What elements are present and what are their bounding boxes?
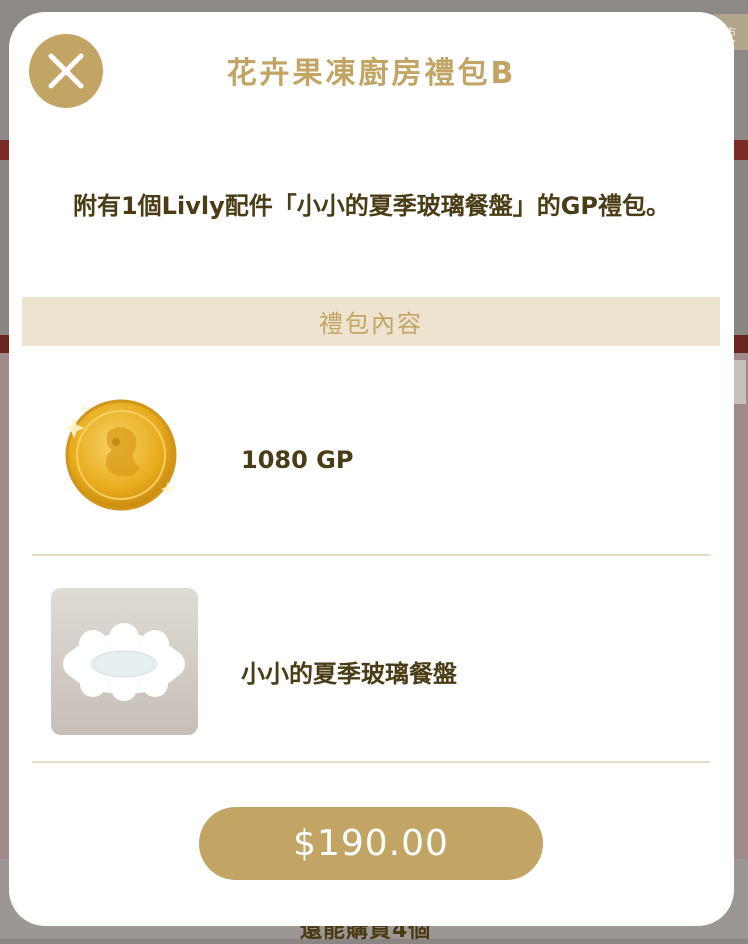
- bundle-item-row: 1080 GP: [32, 358, 710, 556]
- glass-plate-thumbnail: [51, 588, 198, 735]
- section-header: 禮包內容: [22, 297, 720, 346]
- modal-title: 花卉果凍廚房禮包B: [226, 56, 517, 91]
- bundle-item-row: 小小的夏季玻璃餐盤: [32, 556, 710, 763]
- bundle-description: 附有1個Livly配件「小小的夏季玻璃餐盤」的GP禮包。: [72, 192, 671, 220]
- purchase-price-button[interactable]: $190.00: [199, 807, 543, 880]
- bundle-item-label: 小小的夏季玻璃餐盤: [241, 660, 457, 688]
- bundle-detail-modal: 花卉果凍廚房禮包B 附有1個Livly配件「小小的夏季玻璃餐盤」的GP禮包。 禮…: [9, 12, 734, 926]
- gp-coin-icon: [56, 390, 186, 520]
- bundle-item-label: 1080 GP: [241, 446, 354, 474]
